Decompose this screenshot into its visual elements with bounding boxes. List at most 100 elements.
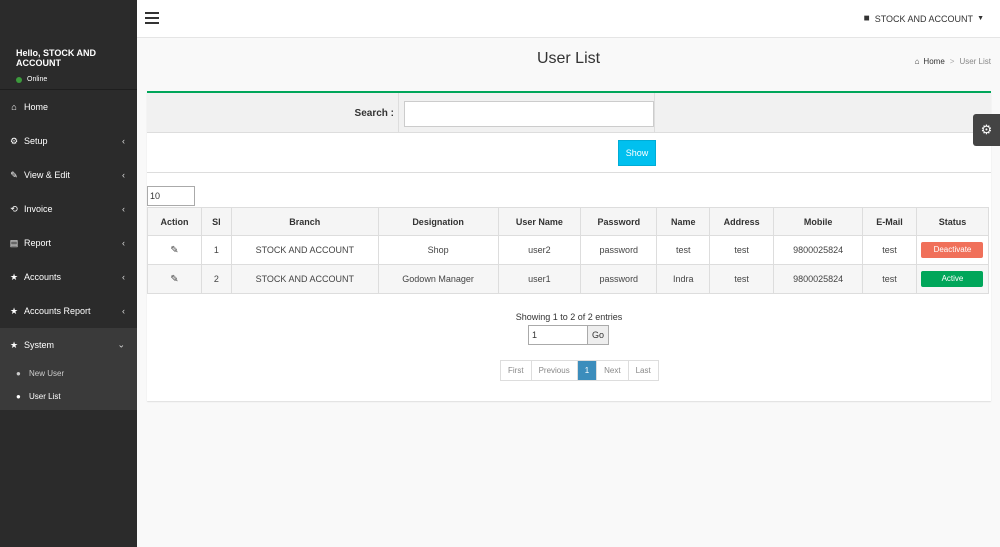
sidebar-item-label: Accounts <box>24 272 62 282</box>
sidebar-item-system[interactable]: ★ System ⌄ <box>0 328 137 362</box>
divider <box>654 93 655 133</box>
chevron-left-icon: ‹ <box>122 238 125 248</box>
sidebar: Hello, STOCK AND ACCOUNT Online ⌂ Home ⚙… <box>0 0 137 547</box>
cell-username: user2 <box>497 235 582 265</box>
chevron-left-icon: ‹ <box>122 170 125 180</box>
col-header-email[interactable]: E-Mail <box>862 207 917 236</box>
col-header-status[interactable]: Status <box>915 207 990 236</box>
show-row: Show <box>147 133 991 173</box>
sidebar-item-label: Invoice <box>24 204 53 214</box>
sidebar-item-accounts[interactable]: ★ Accounts ‹ <box>0 260 137 294</box>
cell-designation: Shop <box>377 235 499 265</box>
cell-email: test <box>862 264 917 294</box>
page-title: User List <box>536 50 601 67</box>
col-header-sl[interactable]: Sl <box>200 207 232 236</box>
sidebar-item-label: Home <box>24 102 49 112</box>
action-cell: ✎ <box>147 264 202 294</box>
sidebar-item-invoice[interactable]: ⟲ Invoice ‹ <box>0 192 137 226</box>
pagination-next[interactable]: Next <box>597 361 629 380</box>
sidebar-item-report[interactable]: ▤ Report ‹ <box>0 226 137 260</box>
col-header-name[interactable]: Name <box>656 207 711 236</box>
user-status-label: Online <box>27 76 48 83</box>
sidebar-item-view-edit[interactable]: ✎ View & Edit ‹ <box>0 158 137 192</box>
top-navbar: ■ STOCK AND ACCOUNT ▼ <box>137 0 1000 38</box>
account-name: STOCK AND ACCOUNT <box>874 13 974 24</box>
cell-name: test <box>656 235 711 265</box>
sidebar-item-home[interactable]: ⌂ Home <box>0 90 137 124</box>
edit-icon: ✎ <box>10 169 18 180</box>
breadcrumb-home[interactable]: Home <box>923 57 944 66</box>
cell-designation: Godown Manager <box>377 264 499 294</box>
sidebar-item-accounts-report[interactable]: ★ Accounts Report ‹ <box>0 294 137 328</box>
page-size-input[interactable]: 10 <box>147 186 195 206</box>
pagination-page-1[interactable]: 1 <box>577 361 598 380</box>
search-input[interactable] <box>404 101 654 127</box>
col-header-branch[interactable]: Branch <box>230 207 379 236</box>
user-icon: ■ <box>863 13 870 24</box>
users-icon: ● <box>16 392 21 401</box>
hamburger-menu-icon[interactable] <box>145 12 159 24</box>
search-label: Search : <box>354 108 394 119</box>
col-header-address[interactable]: Address <box>709 207 775 236</box>
cell-mobile: 9800025824 <box>773 235 864 265</box>
sidebar-item-setup[interactable]: ⚙ Setup ‹ <box>0 124 137 158</box>
sidebar-item-label: Accounts Report <box>24 306 91 316</box>
pagination-first[interactable]: First <box>501 361 532 380</box>
cell-address: test <box>709 235 775 265</box>
go-button[interactable]: Go <box>587 325 609 345</box>
cell-email: test <box>862 235 917 265</box>
sidebar-item-new-user[interactable]: ● New User <box>0 362 137 385</box>
home-icon: ⌂ <box>11 102 17 112</box>
col-header-action[interactable]: Action <box>147 207 202 236</box>
edit-icon[interactable]: ✎ <box>170 245 178 256</box>
deactivate-button[interactable]: Deactivate <box>921 242 984 258</box>
cell-password: password <box>580 235 658 265</box>
table-row: ✎ 1 STOCK AND ACCOUNT Shop user2 passwor… <box>147 235 990 265</box>
breadcrumb-current: User List <box>959 57 991 66</box>
chevron-down-icon: ⌄ <box>117 339 125 350</box>
system-submenu: ● New User ● User List <box>0 362 137 410</box>
sidebar-item-label: New User <box>29 369 65 378</box>
pagination-last[interactable]: Last <box>628 361 658 380</box>
cell-address: test <box>709 264 775 294</box>
star-icon: ★ <box>9 305 19 316</box>
col-header-password[interactable]: Password <box>580 207 658 236</box>
cell-sl: 1 <box>200 235 232 265</box>
search-row: Search : <box>147 93 991 133</box>
col-header-designation[interactable]: Designation <box>377 207 499 236</box>
col-header-mobile[interactable]: Mobile <box>773 207 864 236</box>
report-icon: ▤ <box>9 237 19 248</box>
pagination-previous[interactable]: Previous <box>531 361 578 380</box>
breadcrumb-separator: > <box>949 57 955 66</box>
pagination: First Previous 1 Next Last <box>500 360 659 381</box>
user-panel: Hello, STOCK AND ACCOUNT Online <box>0 0 137 90</box>
cell-username: user1 <box>497 264 582 294</box>
cell-status: Deactivate <box>915 235 990 265</box>
cell-password: password <box>580 264 658 294</box>
chevron-left-icon: ‹ <box>122 306 125 316</box>
cell-branch: STOCK AND ACCOUNT <box>230 235 379 265</box>
star-icon: ★ <box>9 339 19 350</box>
user-greeting: Hello, STOCK AND ACCOUNT <box>16 48 97 68</box>
user-icon: ● <box>16 369 21 378</box>
home-icon: ⌂ <box>914 57 920 66</box>
account-menu[interactable]: ■ STOCK AND ACCOUNT ▼ <box>864 13 984 24</box>
cell-branch: STOCK AND ACCOUNT <box>230 264 379 294</box>
gears-icon: ⚙ <box>9 135 19 146</box>
chevron-left-icon: ‹ <box>122 204 125 214</box>
cell-mobile: 9800025824 <box>773 264 864 294</box>
show-button[interactable]: Show <box>618 140 656 166</box>
online-dot-icon <box>16 76 22 83</box>
active-button[interactable]: Active <box>921 271 984 287</box>
breadcrumb: ⌂ Home > User List <box>915 57 991 66</box>
edit-icon[interactable]: ✎ <box>170 274 178 285</box>
star-icon: ★ <box>9 271 19 282</box>
table-header-row: Action Sl Branch Designation User Name P… <box>147 207 990 236</box>
col-header-username[interactable]: User Name <box>497 207 582 236</box>
chevron-left-icon: ‹ <box>122 272 125 282</box>
cell-name: Indra <box>656 264 711 294</box>
sidebar-item-label: Setup <box>24 136 48 146</box>
sidebar-item-user-list[interactable]: ● User List <box>0 385 137 408</box>
settings-gear-icon[interactable]: ⚙ <box>973 114 1000 146</box>
goto-page-input[interactable]: 1 <box>528 325 588 345</box>
